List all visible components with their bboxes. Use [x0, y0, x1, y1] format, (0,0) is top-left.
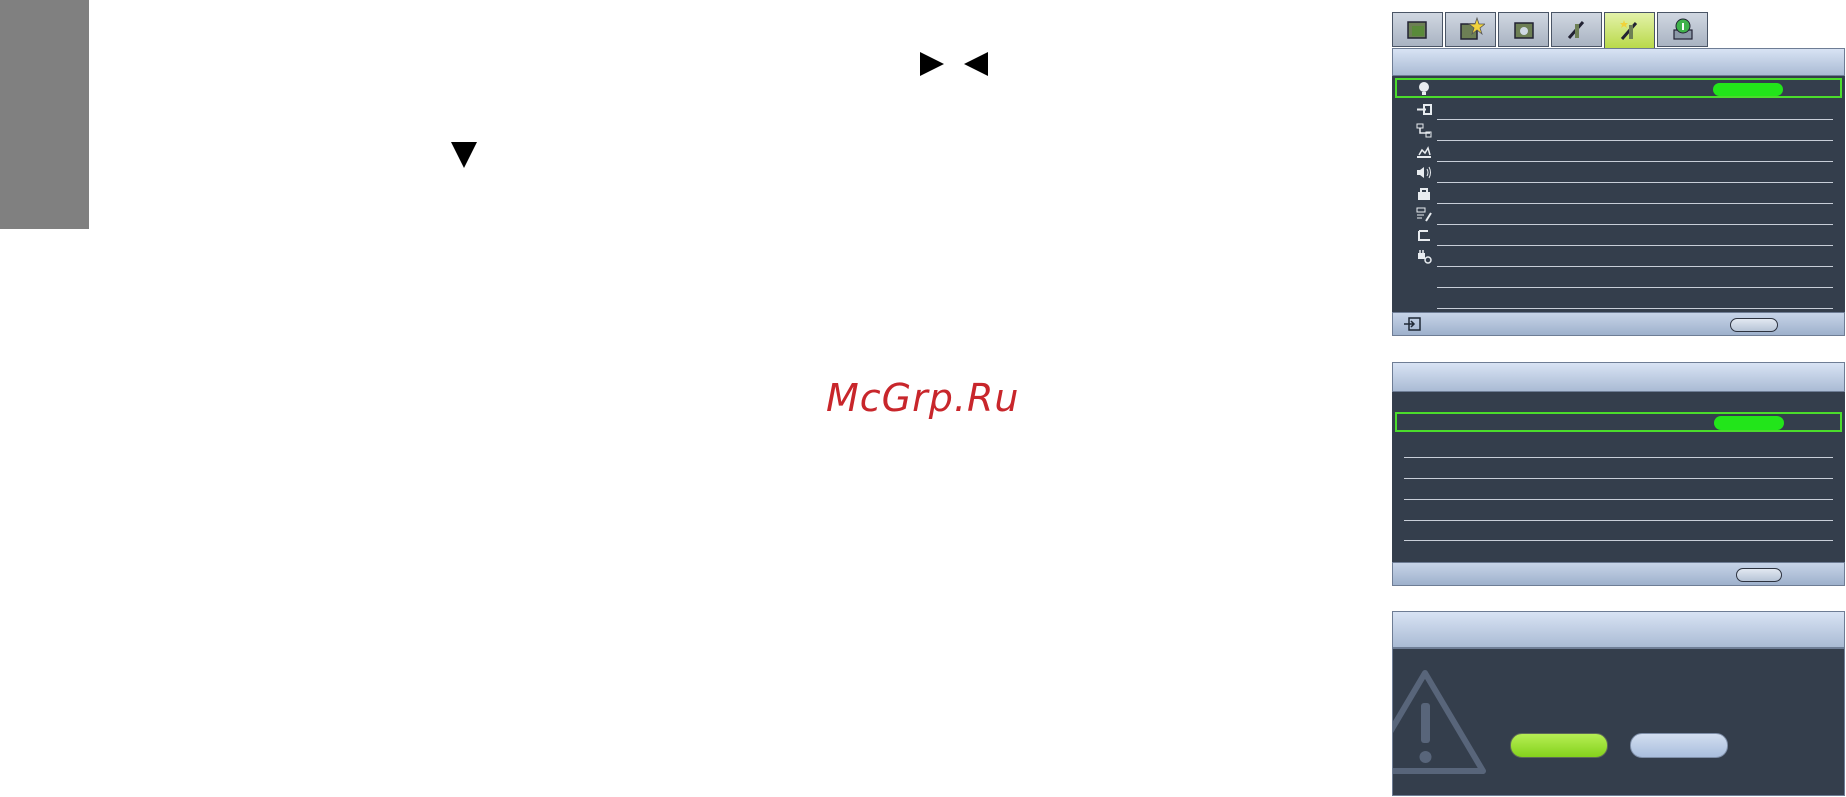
exit-icon[interactable] — [1403, 317, 1421, 331]
picture-icon — [1406, 20, 1427, 39]
submenu-row-1[interactable] — [1404, 457, 1833, 458]
osd-main-menu — [1392, 12, 1845, 336]
tab-picture-advanced[interactable] — [1445, 12, 1496, 47]
menu-row-power[interactable] — [1392, 246, 1845, 267]
submenu-selected-value-bar — [1714, 416, 1784, 430]
setup-advanced-icon — [1619, 19, 1637, 40]
cancel-button[interactable] — [1630, 733, 1728, 758]
menu-row-audio[interactable] — [1392, 162, 1845, 183]
menu-row-settings-edit[interactable] — [1392, 204, 1845, 225]
menu-row-lamp[interactable] — [1392, 78, 1845, 99]
right-arrow-icon — [920, 52, 944, 76]
network-icon — [1416, 123, 1432, 138]
menu-row-input[interactable] — [1392, 99, 1845, 120]
menu-row-network[interactable] — [1392, 120, 1845, 141]
submenu-row-2[interactable] — [1404, 478, 1833, 479]
footer-button[interactable] — [1730, 318, 1778, 332]
menu-title-bar — [1392, 48, 1845, 76]
menu-body — [1392, 76, 1845, 324]
tab-information[interactable] — [1657, 12, 1708, 47]
submenu-footer-button[interactable] — [1736, 568, 1782, 582]
submenu-footer — [1392, 562, 1845, 586]
lamp-icon — [1419, 82, 1429, 95]
confirm-button[interactable] — [1510, 733, 1608, 758]
menu-tabs — [1392, 12, 1710, 49]
lock-icon — [1418, 188, 1430, 200]
dialog-body — [1392, 648, 1845, 796]
submenu-row-3[interactable] — [1404, 499, 1833, 500]
test-pattern-icon — [1417, 146, 1431, 158]
menu-row-test-pattern[interactable] — [1392, 141, 1845, 162]
display-icon — [1513, 21, 1534, 39]
menu-row-empty-2 — [1392, 288, 1845, 309]
submenu-title-bar — [1392, 362, 1845, 392]
settings-edit-icon — [1416, 207, 1432, 222]
picture-advanced-icon — [1459, 16, 1485, 40]
reset-icon — [1418, 230, 1430, 241]
menu-row-lock[interactable] — [1392, 183, 1845, 204]
information-icon — [1672, 18, 1693, 40]
watermark: McGrp.Ru — [826, 376, 1020, 420]
tab-picture[interactable] — [1392, 12, 1443, 47]
audio-icon — [1417, 166, 1431, 179]
tab-setup-advanced[interactable] — [1604, 12, 1655, 49]
submenu-row-5[interactable] — [1404, 540, 1833, 541]
tab-display[interactable] — [1498, 12, 1549, 47]
warning-icon — [1393, 670, 1486, 774]
left-arrow-icon — [964, 52, 988, 76]
input-icon — [1417, 104, 1432, 115]
dialog-title-bar — [1392, 611, 1845, 648]
power-icon — [1418, 250, 1432, 264]
menu-footer — [1392, 312, 1845, 336]
side-tab — [0, 0, 89, 229]
confirm-dialog — [1392, 611, 1845, 797]
menu-row-reset[interactable] — [1392, 225, 1845, 246]
down-arrow-icon — [451, 142, 477, 168]
submenu-row-4[interactable] — [1404, 520, 1833, 521]
osd-submenu — [1392, 362, 1845, 586]
submenu-body — [1392, 392, 1845, 562]
tab-setup-basic[interactable] — [1551, 12, 1602, 47]
menu-row-empty-1 — [1392, 267, 1845, 288]
setup-basic-icon — [1567, 20, 1584, 39]
